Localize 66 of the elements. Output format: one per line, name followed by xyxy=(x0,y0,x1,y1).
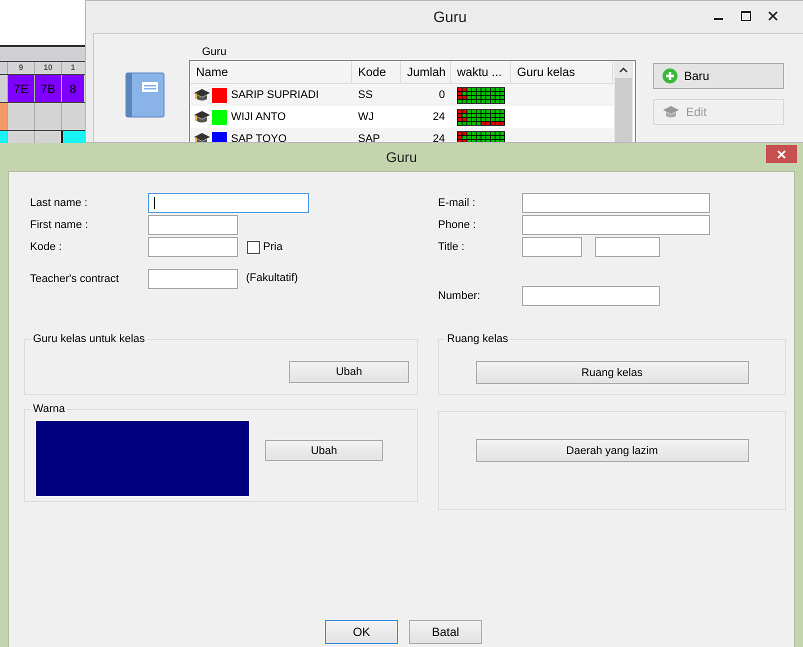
group-title: Warna xyxy=(32,403,66,415)
field-label: Phone : xyxy=(438,219,477,231)
input-field[interactable] xyxy=(595,237,660,257)
availability-grid-drawing xyxy=(457,84,505,106)
field-label: Number: xyxy=(438,290,482,302)
input-field[interactable] xyxy=(522,215,710,235)
room-button[interactable]: Ruang kelas xyxy=(476,361,748,384)
checkbox-label[interactable]: Pria xyxy=(263,241,283,253)
cancel-button[interactable]: Batal xyxy=(409,620,482,644)
column-header[interactable]: Name xyxy=(190,61,352,83)
add-icon xyxy=(662,68,678,84)
field-label: Last name : xyxy=(30,197,88,209)
table-cell: SAP xyxy=(358,133,380,142)
table-cell: 24 xyxy=(432,111,445,123)
scrollbar-thumb[interactable] xyxy=(615,78,632,142)
close-button[interactable] xyxy=(766,145,797,163)
table-cell: SARIP SUPRIADI xyxy=(231,89,319,101)
field-label: Teacher's contract xyxy=(30,273,120,285)
change-button[interactable]: Ubah xyxy=(265,440,383,461)
scrollbar[interactable] xyxy=(614,61,633,142)
dialog-title: Guru xyxy=(386,149,418,165)
hint-text: (Fakultatif) xyxy=(246,272,298,284)
input-field[interactable] xyxy=(522,237,582,257)
column-header[interactable]: Guru kelas xyxy=(511,61,613,83)
input-field[interactable] xyxy=(148,237,238,257)
list-label: Guru xyxy=(202,45,228,60)
input-field[interactable] xyxy=(148,215,238,235)
field-label: First name : xyxy=(30,219,90,231)
input-field[interactable] xyxy=(148,193,309,213)
table-cell: SS xyxy=(358,89,373,101)
field-label: Kode : xyxy=(30,241,63,253)
group-title: Ruang kelas xyxy=(446,333,510,345)
close-icon xyxy=(777,150,786,158)
table-cell: WIJI ANTO xyxy=(231,111,286,123)
input-field[interactable] xyxy=(522,286,660,306)
table-cell: WJ xyxy=(358,111,374,123)
group-title: Guru kelas untuk kelas xyxy=(32,333,146,345)
ok-button[interactable]: OK xyxy=(325,620,398,644)
field-label: E-mail : xyxy=(438,197,476,209)
graduation-cap-icon xyxy=(194,110,210,124)
column-header[interactable]: Kode xyxy=(352,61,401,83)
graduation-cap-icon xyxy=(194,132,210,142)
input-field[interactable] xyxy=(522,193,710,213)
lesson-cell[interactable] xyxy=(61,131,85,143)
field-label: Title : xyxy=(438,241,466,253)
window-title: Guru xyxy=(433,8,467,26)
table-cell: SAP TOYO xyxy=(231,133,287,142)
period-header: 9 xyxy=(7,62,34,74)
text-cursor xyxy=(154,197,155,209)
column-header[interactable]: waktu ... xyxy=(451,61,511,83)
scroll-up-icon[interactable] xyxy=(619,67,628,73)
table-cell: 24 xyxy=(432,133,445,142)
column-header[interactable]: Jumlah xyxy=(401,61,451,83)
room-button[interactable]: Daerah yang lazim xyxy=(476,439,748,462)
change-button[interactable]: Ubah xyxy=(289,361,409,383)
graduation-cap-icon xyxy=(194,88,210,102)
maximize-icon[interactable] xyxy=(741,11,751,21)
book-icon xyxy=(125,72,165,118)
period-header: 10 xyxy=(34,62,61,74)
input-field[interactable] xyxy=(148,269,238,289)
checkbox[interactable] xyxy=(247,240,260,254)
add-button[interactable]: Baru xyxy=(653,63,784,89)
close-icon[interactable] xyxy=(768,11,778,21)
period-header: 1 xyxy=(61,62,84,74)
graduation-cap-icon xyxy=(662,105,680,119)
table-cell: 0 xyxy=(438,89,445,101)
